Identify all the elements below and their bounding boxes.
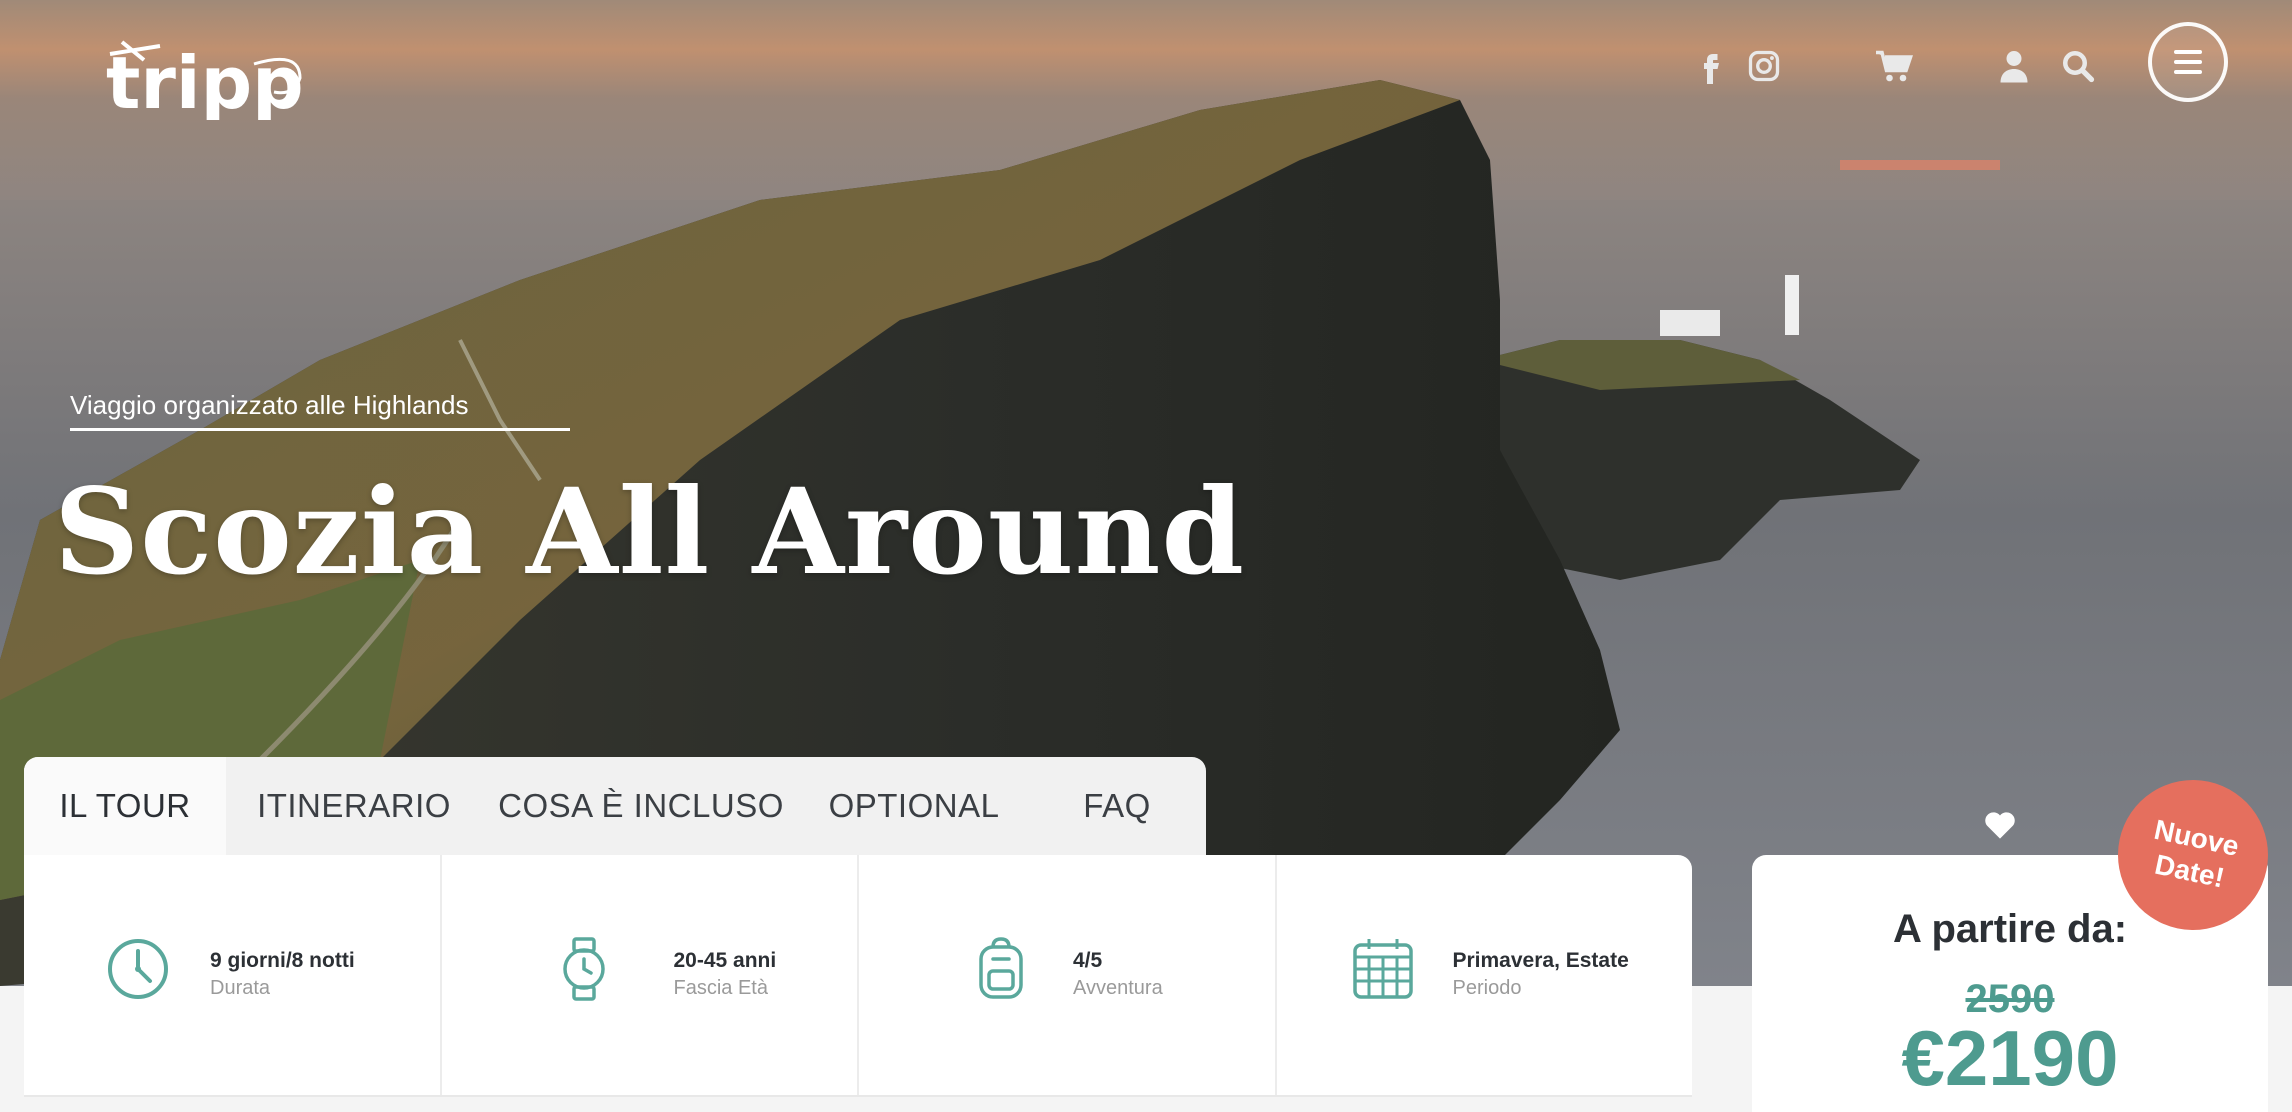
- price-new: €2190: [1901, 1014, 2119, 1102]
- tour-tabs: IL TOUR ITINERARIO COSA È INCLUSO OPTION…: [24, 757, 1206, 855]
- hero-subtitle: Viaggio organizzato alle Highlands: [70, 390, 469, 420]
- menu-button[interactable]: [2148, 22, 2228, 102]
- info-avventura-label: Avventura: [1073, 977, 1163, 999]
- tab-optional[interactable]: OPTIONAL: [800, 757, 1028, 855]
- info-fascia-eta: 20-45 anni Fascia Età: [442, 855, 859, 1095]
- clock-icon: [108, 939, 168, 999]
- hero-subtitle-underline: [70, 428, 570, 431]
- instagram-icon[interactable]: [1746, 48, 1782, 84]
- backpack-icon: [979, 937, 1023, 999]
- facebook-icon[interactable]: [1692, 48, 1728, 84]
- tab-il-tour[interactable]: IL TOUR: [24, 757, 226, 855]
- search-icon[interactable]: [2060, 48, 2096, 84]
- menu-icon-bar: [2174, 60, 2202, 64]
- menu-icon-bar: [2174, 70, 2202, 74]
- info-durata: 9 giorni/8 notti Durata: [24, 855, 442, 1095]
- info-periodo-label: Periodo: [1452, 977, 1522, 999]
- user-icon[interactable]: [1996, 48, 2032, 84]
- heart-icon[interactable]: [1983, 810, 2017, 840]
- info-periodo: Primavera, Estate Periodo: [1277, 855, 1693, 1095]
- cart-icon[interactable]: [1874, 48, 1914, 84]
- trippo-logo[interactable]: trippo: [104, 16, 304, 120]
- info-periodo-value: Primavera, Estate: [1452, 949, 1629, 972]
- menu-icon: [2174, 50, 2202, 54]
- tab-cosa-e-incluso[interactable]: COSA È INCLUSO: [482, 757, 800, 855]
- info-durata-value: 9 giorni/8 notti: [210, 949, 355, 972]
- tour-info-card: 9 giorni/8 notti Durata 20-45 anni Fasci…: [24, 855, 1692, 1097]
- info-eta-label: Fascia Età: [673, 977, 768, 999]
- info-avventura: 4/5 Avventura: [859, 855, 1277, 1095]
- watch-icon: [562, 937, 605, 1001]
- info-avventura-value: 4/5: [1073, 949, 1103, 972]
- info-durata-label: Durata: [210, 977, 271, 999]
- hero-title: Scozia All Around: [54, 462, 1245, 601]
- tab-faq[interactable]: FAQ: [1028, 757, 1206, 855]
- calendar-icon: [1352, 939, 1413, 999]
- tab-itinerario[interactable]: ITINERARIO: [226, 757, 482, 855]
- info-eta-value: 20-45 anni: [673, 949, 777, 972]
